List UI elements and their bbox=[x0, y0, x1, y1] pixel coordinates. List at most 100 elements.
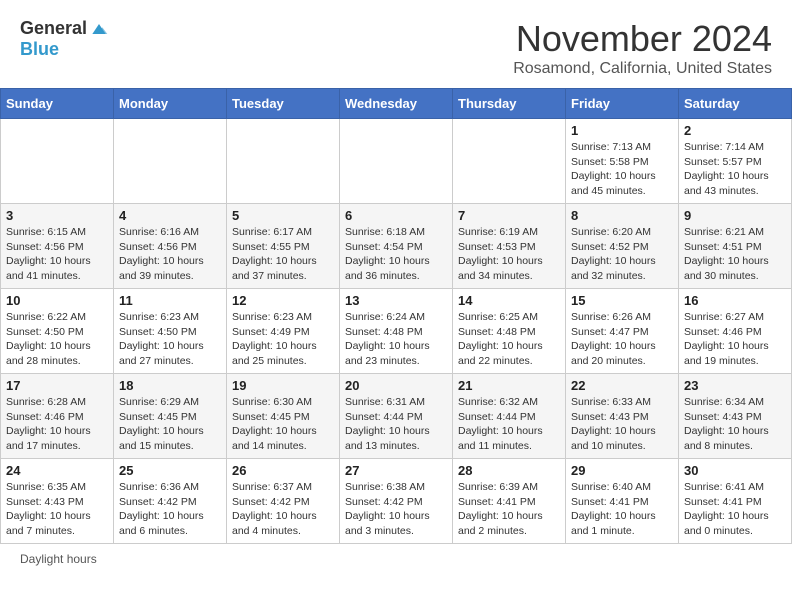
day-info: Sunrise: 6:34 AMSunset: 4:43 PMDaylight:… bbox=[684, 395, 786, 454]
day-info: Sunrise: 6:17 AMSunset: 4:55 PMDaylight:… bbox=[232, 225, 334, 284]
day-number: 5 bbox=[232, 208, 334, 223]
day-info: Sunrise: 6:39 AMSunset: 4:41 PMDaylight:… bbox=[458, 480, 560, 539]
day-number: 23 bbox=[684, 378, 786, 393]
day-info: Sunrise: 6:31 AMSunset: 4:44 PMDaylight:… bbox=[345, 395, 447, 454]
calendar-cell: 14Sunrise: 6:25 AMSunset: 4:48 PMDayligh… bbox=[453, 289, 566, 374]
calendar-cell: 10 Sunrise: 6:22 AMSunset: 4:50 PMDayligh… bbox=[1, 289, 114, 374]
calendar-header-thursday: Thursday bbox=[453, 89, 566, 119]
calendar-cell: 26 Sunrise: 6:37 AMSunset: 4:42 PMDayligh… bbox=[227, 459, 340, 544]
logo-general-text: General bbox=[20, 18, 87, 39]
footer: Daylight hours bbox=[0, 544, 792, 574]
calendar-cell: 20 Sunrise: 6:31 AMSunset: 4:44 PMDayligh… bbox=[340, 374, 453, 459]
calendar-cell bbox=[227, 119, 340, 204]
calendar-cell: 2Sunrise: 7:14 AMSunset: 5:57 PMDaylight… bbox=[679, 119, 792, 204]
calendar-cell: 1 Sunrise: 7:13 AMSunset: 5:58 PMDaylight… bbox=[566, 119, 679, 204]
day-info: Sunrise: 6:23 AMSunset: 4:49 PMDaylight:… bbox=[232, 310, 334, 369]
calendar-cell: 23 Sunrise: 6:34 AMSunset: 4:43 PMDayligh… bbox=[679, 374, 792, 459]
day-info: Sunrise: 6:25 AMSunset: 4:48 PMDaylight:… bbox=[458, 310, 560, 369]
calendar-cell: 25 Sunrise: 6:36 AMSunset: 4:42 PMDayligh… bbox=[114, 459, 227, 544]
calendar-week-row: 10 Sunrise: 6:22 AMSunset: 4:50 PMDayligh… bbox=[1, 289, 792, 374]
day-number: 10 bbox=[6, 293, 108, 308]
day-number: 26 bbox=[232, 463, 334, 478]
day-number: 3 bbox=[6, 208, 108, 223]
day-number: 17 bbox=[6, 378, 108, 393]
day-info: Sunrise: 6:33 AMSunset: 4:43 PMDaylight:… bbox=[571, 395, 673, 454]
location: Rosamond, California, United States bbox=[513, 60, 772, 78]
calendar-cell: 9 Sunrise: 6:21 AMSunset: 4:51 PMDaylight… bbox=[679, 204, 792, 289]
day-number: 27 bbox=[345, 463, 447, 478]
calendar-header-saturday: Saturday bbox=[679, 89, 792, 119]
calendar-week-row: 3 Sunrise: 6:15 AMSunset: 4:56 PMDaylight… bbox=[1, 204, 792, 289]
day-number: 7 bbox=[458, 208, 560, 223]
calendar-header-friday: Friday bbox=[566, 89, 679, 119]
calendar-cell: 24 Sunrise: 6:35 AMSunset: 4:43 PMDayligh… bbox=[1, 459, 114, 544]
calendar-cell: 22 Sunrise: 6:33 AMSunset: 4:43 PMDayligh… bbox=[566, 374, 679, 459]
day-number: 24 bbox=[6, 463, 108, 478]
day-info: Sunrise: 6:30 AMSunset: 4:45 PMDaylight:… bbox=[232, 395, 334, 454]
calendar-cell: 7Sunrise: 6:19 AMSunset: 4:53 PMDaylight… bbox=[453, 204, 566, 289]
logo: General Blue bbox=[20, 18, 109, 60]
day-number: 11 bbox=[119, 293, 221, 308]
calendar-week-row: 24 Sunrise: 6:35 AMSunset: 4:43 PMDayligh… bbox=[1, 459, 792, 544]
calendar-cell: 16 Sunrise: 6:27 AMSunset: 4:46 PMDayligh… bbox=[679, 289, 792, 374]
day-number: 13 bbox=[345, 293, 447, 308]
calendar-cell: 4 Sunrise: 6:16 AMSunset: 4:56 PMDaylight… bbox=[114, 204, 227, 289]
calendar-cell: 21Sunrise: 6:32 AMSunset: 4:44 PMDayligh… bbox=[453, 374, 566, 459]
day-number: 22 bbox=[571, 378, 673, 393]
day-info: Sunrise: 6:28 AMSunset: 4:46 PMDaylight:… bbox=[6, 395, 108, 454]
day-info: Sunrise: 6:26 AMSunset: 4:47 PMDaylight:… bbox=[571, 310, 673, 369]
day-number: 21 bbox=[458, 378, 560, 393]
day-number: 29 bbox=[571, 463, 673, 478]
day-number: 1 bbox=[571, 123, 673, 138]
day-info: Sunrise: 6:15 AMSunset: 4:56 PMDaylight:… bbox=[6, 225, 108, 284]
calendar-cell: 18Sunrise: 6:29 AMSunset: 4:45 PMDayligh… bbox=[114, 374, 227, 459]
day-info: Sunrise: 6:35 AMSunset: 4:43 PMDaylight:… bbox=[6, 480, 108, 539]
calendar-cell bbox=[453, 119, 566, 204]
calendar-header-monday: Monday bbox=[114, 89, 227, 119]
day-info: Sunrise: 6:21 AMSunset: 4:51 PMDaylight:… bbox=[684, 225, 786, 284]
calendar-header-sunday: Sunday bbox=[1, 89, 114, 119]
day-info: Sunrise: 6:22 AMSunset: 4:50 PMDaylight:… bbox=[6, 310, 108, 369]
calendar-header-wednesday: Wednesday bbox=[340, 89, 453, 119]
calendar-cell: 11 Sunrise: 6:23 AMSunset: 4:50 PMDayligh… bbox=[114, 289, 227, 374]
calendar-cell: 6 Sunrise: 6:18 AMSunset: 4:54 PMDaylight… bbox=[340, 204, 453, 289]
calendar-cell bbox=[114, 119, 227, 204]
day-info: Sunrise: 6:38 AMSunset: 4:42 PMDaylight:… bbox=[345, 480, 447, 539]
day-info: Sunrise: 6:37 AMSunset: 4:42 PMDaylight:… bbox=[232, 480, 334, 539]
calendar-table: SundayMondayTuesdayWednesdayThursdayFrid… bbox=[0, 88, 792, 544]
day-number: 6 bbox=[345, 208, 447, 223]
daylight-label: Daylight hours bbox=[20, 552, 97, 566]
calendar-cell: 5 Sunrise: 6:17 AMSunset: 4:55 PMDaylight… bbox=[227, 204, 340, 289]
logo-icon bbox=[89, 19, 109, 39]
day-number: 18 bbox=[119, 378, 221, 393]
calendar-header-row: SundayMondayTuesdayWednesdayThursdayFrid… bbox=[1, 89, 792, 119]
day-info: Sunrise: 6:20 AMSunset: 4:52 PMDaylight:… bbox=[571, 225, 673, 284]
day-number: 15 bbox=[571, 293, 673, 308]
day-info: Sunrise: 6:27 AMSunset: 4:46 PMDaylight:… bbox=[684, 310, 786, 369]
logo-blue-text: Blue bbox=[20, 39, 59, 60]
page-header: General Blue November 2024 Rosamond, Cal… bbox=[0, 0, 792, 88]
day-number: 19 bbox=[232, 378, 334, 393]
day-number: 4 bbox=[119, 208, 221, 223]
day-number: 16 bbox=[684, 293, 786, 308]
calendar-cell: 8 Sunrise: 6:20 AMSunset: 4:52 PMDaylight… bbox=[566, 204, 679, 289]
day-number: 25 bbox=[119, 463, 221, 478]
day-number: 9 bbox=[684, 208, 786, 223]
day-info: Sunrise: 7:13 AMSunset: 5:58 PMDaylight:… bbox=[571, 140, 673, 199]
calendar-cell: 29 Sunrise: 6:40 AMSunset: 4:41 PMDayligh… bbox=[566, 459, 679, 544]
day-info: Sunrise: 6:36 AMSunset: 4:42 PMDaylight:… bbox=[119, 480, 221, 539]
calendar-cell: 19 Sunrise: 6:30 AMSunset: 4:45 PMDayligh… bbox=[227, 374, 340, 459]
calendar-week-row: 17 Sunrise: 6:28 AMSunset: 4:46 PMDayligh… bbox=[1, 374, 792, 459]
calendar-cell: 17 Sunrise: 6:28 AMSunset: 4:46 PMDayligh… bbox=[1, 374, 114, 459]
day-info: Sunrise: 6:23 AMSunset: 4:50 PMDaylight:… bbox=[119, 310, 221, 369]
title-area: November 2024 Rosamond, California, Unit… bbox=[513, 18, 772, 78]
day-number: 28 bbox=[458, 463, 560, 478]
day-number: 8 bbox=[571, 208, 673, 223]
calendar-cell bbox=[1, 119, 114, 204]
day-info: Sunrise: 6:16 AMSunset: 4:56 PMDaylight:… bbox=[119, 225, 221, 284]
day-info: Sunrise: 6:18 AMSunset: 4:54 PMDaylight:… bbox=[345, 225, 447, 284]
calendar-cell: 3 Sunrise: 6:15 AMSunset: 4:56 PMDaylight… bbox=[1, 204, 114, 289]
day-number: 20 bbox=[345, 378, 447, 393]
calendar-header-tuesday: Tuesday bbox=[227, 89, 340, 119]
day-info: Sunrise: 6:40 AMSunset: 4:41 PMDaylight:… bbox=[571, 480, 673, 539]
